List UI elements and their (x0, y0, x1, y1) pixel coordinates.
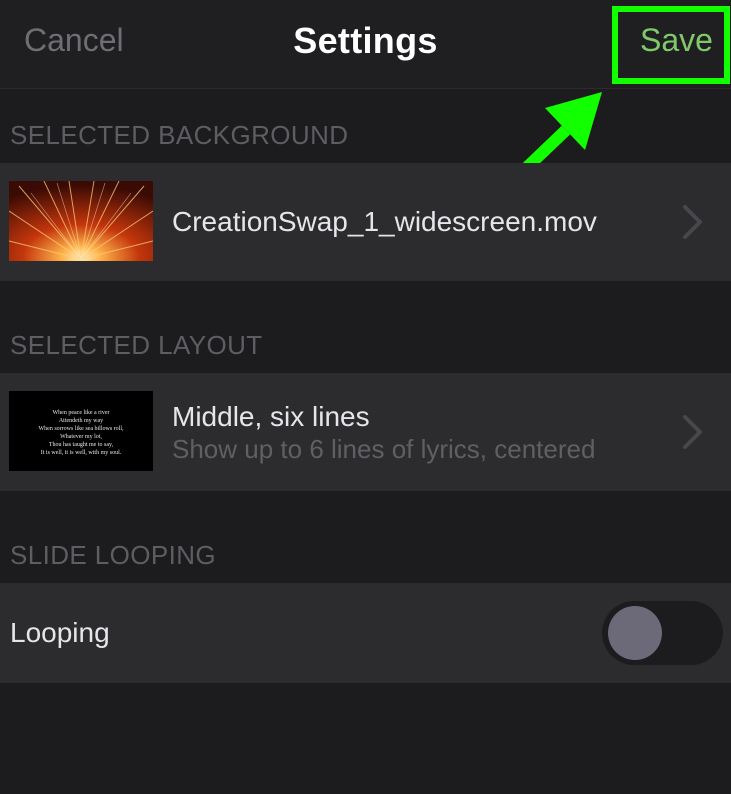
lyrics-preview-line: When peace like a river (52, 410, 110, 416)
lyrics-preview-line: Whatever my lot, (60, 434, 102, 440)
lyrics-preview-thumbnail: When peace like a river Attendeth my way… (9, 391, 153, 471)
looping-toggle[interactable] (602, 601, 723, 665)
lyrics-preview-line: It is well, it is well, with my soul. (40, 450, 122, 456)
section-header-background: SELECTED BACKGROUND (10, 120, 349, 150)
lyrics-preview-line: Attendeth my way (58, 418, 104, 424)
looping-label: Looping (10, 617, 110, 648)
toggle-knob (608, 606, 662, 660)
fireburst-thumbnail-icon (9, 181, 153, 261)
chevron-right-icon (683, 205, 702, 239)
lyrics-preview-line: Thou has taught me to say, (48, 442, 114, 448)
looping-row: Looping (0, 583, 731, 683)
lyrics-preview-line: When sorrows like sea billows roll, (38, 426, 124, 432)
layout-subtitle: Show up to 6 lines of lyrics, centered (172, 434, 596, 464)
selected-background-row[interactable]: CreationSwap_1_widescreen.mov (0, 163, 731, 281)
selected-layout-row[interactable]: When peace like a river Attendeth my way… (0, 373, 731, 491)
settings-screen: Cancel Settings Save SELECTED BACKGROUND (0, 0, 731, 794)
background-file-name: CreationSwap_1_widescreen.mov (172, 206, 597, 237)
layout-title: Middle, six lines (172, 401, 370, 432)
highlight-box-annotation (612, 6, 730, 84)
section-header-looping: SLIDE LOOPING (10, 540, 217, 570)
section-header-layout: SELECTED LAYOUT (10, 330, 263, 360)
chevron-right-icon (683, 415, 702, 449)
